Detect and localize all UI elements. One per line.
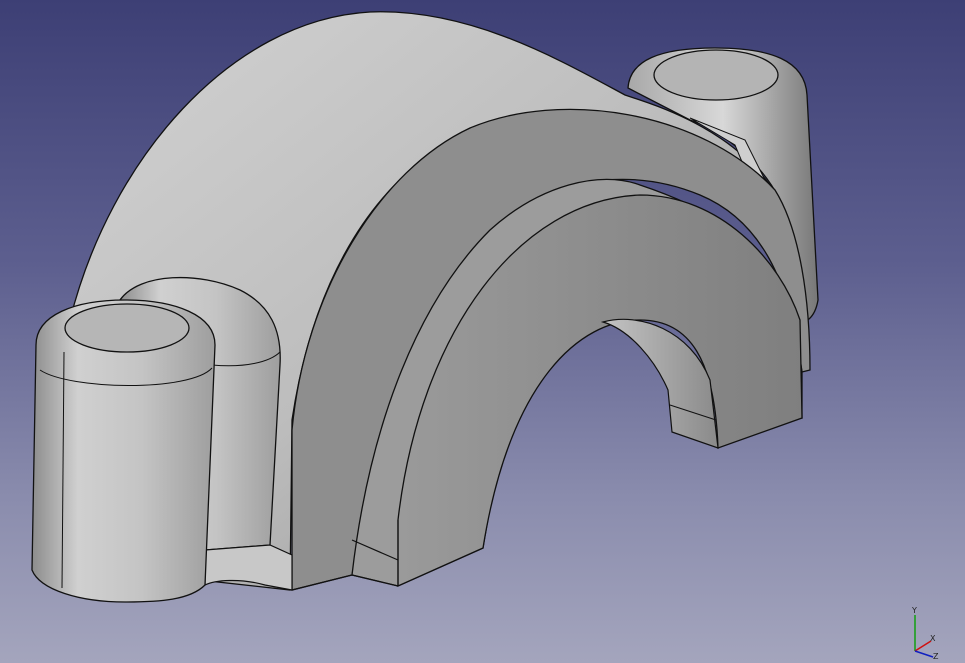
right-lug-top xyxy=(653,49,779,101)
3d-viewport[interactable]: Y X Z xyxy=(0,0,965,663)
part-model[interactable] xyxy=(0,0,965,663)
z-axis-line xyxy=(914,650,934,658)
x-axis-line xyxy=(914,640,932,652)
left-lug-top xyxy=(64,303,190,353)
y-axis-label: Y xyxy=(911,606,917,615)
x-axis-label: X xyxy=(930,634,936,643)
axis-indicator: Y X Z xyxy=(905,603,965,663)
z-axis-label: Z xyxy=(933,652,939,661)
